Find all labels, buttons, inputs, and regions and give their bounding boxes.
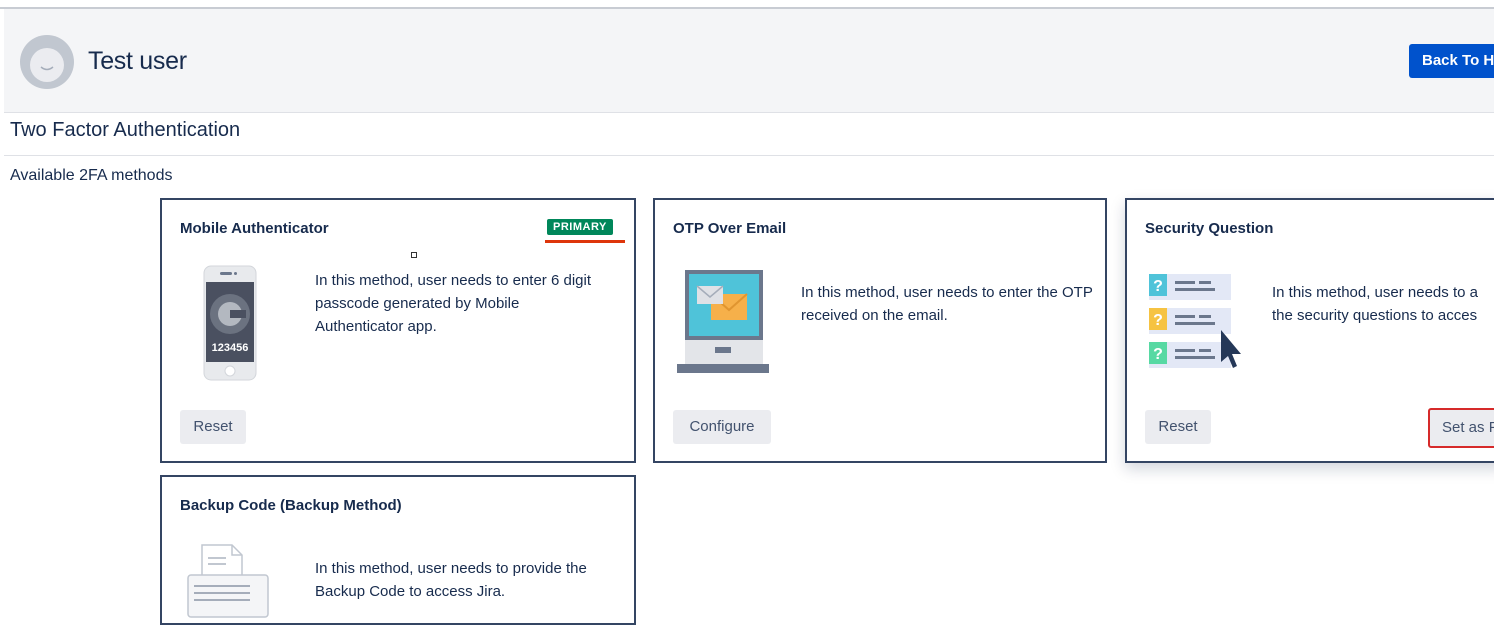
primary-badge: PRIMARY — [547, 219, 613, 235]
back-to-home-button[interactable]: Back To H — [1409, 44, 1494, 78]
reset-button[interactable]: Reset — [1145, 410, 1211, 444]
avatar-icon — [20, 35, 74, 89]
badge-underline-annotation — [545, 240, 625, 243]
page-title: Two Factor Authentication — [10, 119, 241, 141]
method-card-otp-email: OTP Over Email In this method, user need… — [653, 198, 1107, 463]
svg-text:?: ? — [1153, 312, 1163, 329]
mobile-phone-icon: 123456 — [203, 265, 257, 381]
passcode-text: 123456 — [212, 342, 249, 354]
profile-header: Test user Back To H — [4, 9, 1494, 113]
security-question-icon: ? ? ? — [1149, 274, 1241, 368]
card-title: Backup Code (Backup Method) — [180, 497, 402, 514]
card-description: In this method, user needs to enter the … — [801, 284, 1093, 324]
title-divider — [4, 155, 1494, 156]
set-as-primary-button[interactable]: Set as P — [1428, 408, 1494, 448]
method-card-security-question: Security Question ? ? ? In this method, … — [1125, 198, 1494, 463]
card-title: Mobile Authenticator — [180, 220, 329, 237]
section-label: Available 2FA methods — [10, 167, 173, 184]
card-description: In this method, user needs to provide th… — [315, 560, 587, 600]
card-title: Security Question — [1145, 220, 1274, 237]
backup-code-document-icon — [187, 544, 269, 618]
svg-text:?: ? — [1153, 278, 1163, 295]
configure-button[interactable]: Configure — [673, 410, 771, 444]
svg-text:?: ? — [1153, 346, 1163, 363]
cursor-marker-icon — [411, 252, 417, 258]
method-card-backup-code: Backup Code (Backup Method) In this meth… — [160, 475, 636, 625]
card-description: In this method, user needs to a the secu… — [1272, 281, 1494, 327]
method-card-mobile-authenticator: Mobile Authenticator PRIMARY 123456 In t… — [160, 198, 636, 463]
laptop-email-icon — [677, 270, 769, 373]
card-title: OTP Over Email — [673, 220, 787, 237]
description-line: the security questions to acces — [1272, 307, 1478, 324]
reset-button[interactable]: Reset — [180, 410, 246, 444]
user-name: Test user — [88, 47, 187, 75]
card-description: In this method, user needs to enter 6 di… — [315, 272, 591, 335]
description-line: In this method, user needs to a — [1272, 284, 1478, 301]
